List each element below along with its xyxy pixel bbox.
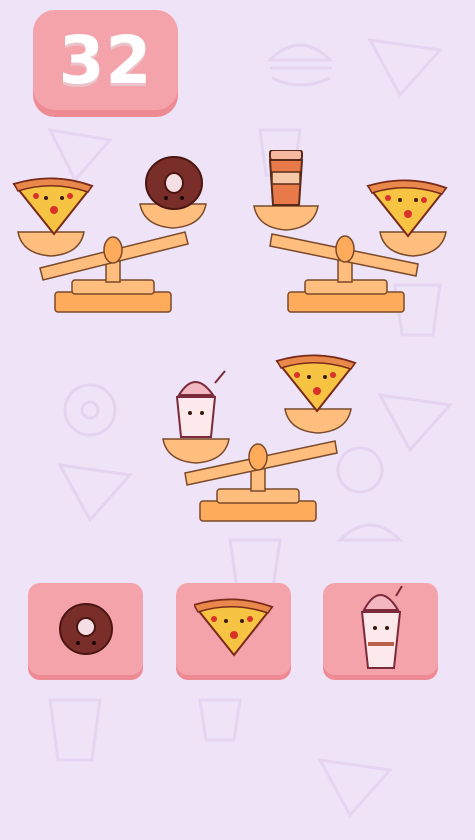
balance-scale-3 bbox=[162, 354, 357, 522]
ice-cream-sundae-icon bbox=[360, 586, 403, 669]
score-text: 32 bbox=[58, 21, 153, 99]
pizza-slice-icon bbox=[275, 354, 357, 413]
coffee-cup-icon bbox=[268, 150, 304, 206]
balance-scale-1 bbox=[12, 156, 207, 313]
balance-scale-2 bbox=[253, 150, 448, 313]
ice-cream-sundae-icon bbox=[175, 370, 226, 438]
choice-ice-cream-button[interactable] bbox=[323, 583, 438, 675]
pizza-slice-icon bbox=[12, 177, 94, 236]
choice-donut-button[interactable] bbox=[28, 583, 143, 675]
choice-pizza-button[interactable] bbox=[176, 583, 291, 675]
pizza-slice-icon bbox=[366, 179, 448, 238]
score-badge: 32 bbox=[33, 10, 178, 110]
donut-icon bbox=[145, 156, 203, 210]
donut-icon bbox=[58, 603, 113, 655]
pizza-slice-icon bbox=[193, 598, 274, 657]
